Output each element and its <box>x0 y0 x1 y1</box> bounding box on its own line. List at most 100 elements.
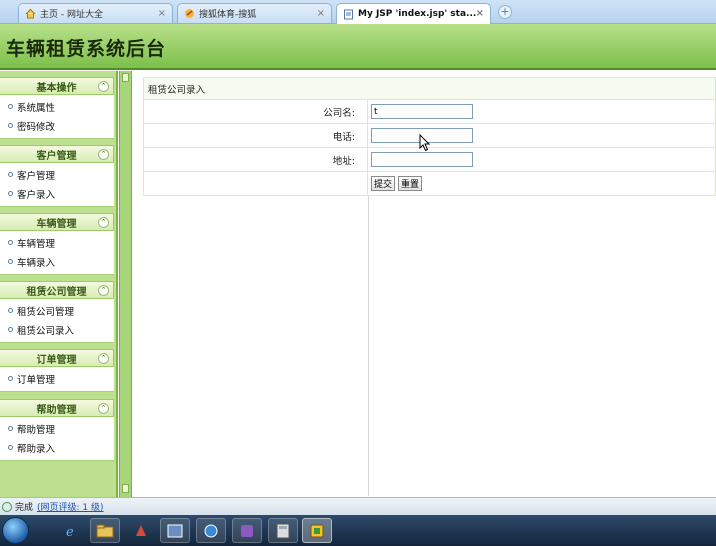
sidebar-group-help: 帮助管理 ⌃ 帮助管理 帮助录入 <box>0 399 114 461</box>
bullet-icon <box>8 426 13 431</box>
collapse-icon[interactable]: ⌃ <box>98 285 109 296</box>
sidebar-group-customer: 客户管理 ⌃ 客户管理 客户录入 <box>0 145 114 207</box>
sidebar-item-order-manage[interactable]: 订单管理 <box>0 369 114 388</box>
address-input[interactable] <box>371 152 473 167</box>
done-icon <box>2 501 12 512</box>
group-title: 基本操作 <box>36 82 77 94</box>
group-title: 订单管理 <box>36 354 77 366</box>
divider <box>368 196 369 496</box>
address-label: 地址: <box>143 147 368 172</box>
mouse-cursor-icon <box>419 134 431 152</box>
browser-tab-strip: 主页 - 网址大全 × 搜狐体育-搜狐 × My JSP 'index.jsp'… <box>0 0 716 24</box>
close-icon[interactable]: × <box>158 8 166 19</box>
sidebar-item-vehicle-entry[interactable]: 车辆录入 <box>0 252 114 271</box>
sidebar-item-company-entry[interactable]: 租赁公司录入 <box>0 320 114 339</box>
bullet-icon <box>8 104 13 109</box>
collapse-icon[interactable]: ⌃ <box>98 149 109 160</box>
sidebar-item-label: 订单管理 <box>17 374 56 386</box>
splitter-grip[interactable] <box>122 484 129 493</box>
collapse-icon[interactable]: ⌃ <box>98 217 109 228</box>
sidebar-item-company-manage[interactable]: 租赁公司管理 <box>0 301 114 320</box>
bullet-icon <box>8 191 13 196</box>
sidebar-group-header[interactable]: 帮助管理 ⌃ <box>0 399 114 417</box>
form-caption: 租赁公司录入 <box>143 77 716 100</box>
tab-label: My JSP 'index.jsp' sta... <box>358 9 477 19</box>
sidebar-item-label: 租赁公司管理 <box>17 306 75 318</box>
sidebar: 基本操作 ⌃ 系统属性 密码修改 客户管理 ⌃ 客户管理 客户录入 车辆管理 ⌃… <box>0 71 118 497</box>
sidebar-group-order: 订单管理 ⌃ 订单管理 <box>0 349 114 392</box>
ie-icon[interactable]: e <box>56 518 86 543</box>
taskbar: e <box>0 515 716 546</box>
splitter-grip[interactable] <box>122 73 129 82</box>
calculator-icon[interactable] <box>268 518 298 543</box>
bullet-icon <box>8 172 13 177</box>
browser-tab-3[interactable]: My JSP 'index.jsp' sta... × <box>336 3 491 24</box>
bullet-icon <box>8 445 13 450</box>
window-icon[interactable] <box>160 518 190 543</box>
bullet-icon <box>8 327 13 332</box>
svg-text:e: e <box>66 525 74 539</box>
sidebar-item-customer-manage[interactable]: 客户管理 <box>0 165 114 184</box>
bullet-icon <box>8 123 13 128</box>
sidebar-group-header[interactable]: 车辆管理 ⌃ <box>0 213 114 231</box>
phone-label: 电话: <box>143 123 368 148</box>
sidebar-item-help-entry[interactable]: 帮助录入 <box>0 438 114 457</box>
close-icon[interactable]: × <box>317 8 325 19</box>
group-title: 租赁公司管理 <box>26 286 87 298</box>
sidebar-item-label: 租赁公司录入 <box>17 325 75 337</box>
sidebar-item-system-properties[interactable]: 系统属性 <box>0 97 114 116</box>
collapse-icon[interactable]: ⌃ <box>98 81 109 92</box>
sidebar-group-rental-company: 租赁公司管理 ⌃ 租赁公司管理 租赁公司录入 <box>0 281 114 343</box>
start-button[interactable] <box>2 517 29 544</box>
submit-button[interactable]: 提交 <box>371 176 396 191</box>
browser-tab-1[interactable]: 主页 - 网址大全 × <box>18 3 173 23</box>
active-app-icon[interactable] <box>302 518 332 543</box>
sidebar-item-change-password[interactable]: 密码修改 <box>0 116 114 135</box>
collapse-icon[interactable]: ⌃ <box>98 353 109 364</box>
browser-icon[interactable] <box>196 518 226 543</box>
sidebar-item-label: 系统属性 <box>17 102 56 114</box>
sidebar-item-label: 密码修改 <box>17 121 56 133</box>
tab-label: 搜狐体育-搜狐 <box>199 10 257 20</box>
sidebar-item-label: 帮助录入 <box>17 443 56 455</box>
group-title: 车辆管理 <box>36 218 77 230</box>
sidebar-group-header[interactable]: 客户管理 ⌃ <box>0 145 114 163</box>
page-title: 车辆租赁系统后台 <box>6 38 167 60</box>
new-tab-button[interactable]: + <box>498 5 512 19</box>
sidebar-group-header[interactable]: 订单管理 ⌃ <box>0 349 114 367</box>
frame-splitter[interactable] <box>119 71 132 497</box>
collapse-icon[interactable]: ⌃ <box>98 403 109 414</box>
home-icon <box>25 8 36 19</box>
page-icon <box>343 9 354 20</box>
reset-button[interactable]: 重置 <box>398 176 423 191</box>
bullet-icon <box>8 308 13 313</box>
group-title: 客户管理 <box>36 150 77 162</box>
sidebar-group-header[interactable]: 租赁公司管理 ⌃ <box>0 281 114 299</box>
app-icon[interactable] <box>126 518 156 543</box>
sidebar-item-vehicle-manage[interactable]: 车辆管理 <box>0 233 114 252</box>
group-title: 帮助管理 <box>36 404 77 416</box>
media-icon[interactable] <box>232 518 262 543</box>
main-content: 租赁公司录入 公司名: 电话: 地址: 提交重置 <box>133 71 716 497</box>
sidebar-item-label: 车辆录入 <box>17 257 56 269</box>
company-name-label: 公司名: <box>143 99 368 124</box>
sidebar-group-vehicle: 车辆管理 ⌃ 车辆管理 车辆录入 <box>0 213 114 275</box>
sidebar-item-label: 客户管理 <box>17 170 56 182</box>
sidebar-item-label: 客户录入 <box>17 189 56 201</box>
explorer-icon[interactable] <box>90 518 120 543</box>
sohu-icon <box>184 8 195 19</box>
sidebar-item-label: 车辆管理 <box>17 238 56 250</box>
sidebar-item-customer-entry[interactable]: 客户录入 <box>0 184 114 203</box>
browser-tab-2[interactable]: 搜狐体育-搜狐 × <box>177 3 332 23</box>
sidebar-item-label: 帮助管理 <box>17 424 56 436</box>
sidebar-group-header[interactable]: 基本操作 ⌃ <box>0 77 114 95</box>
page-rating-link[interactable]: (网页评级: 1 级) <box>37 500 104 513</box>
bullet-icon <box>8 259 13 264</box>
bullet-icon <box>8 240 13 245</box>
close-icon[interactable]: × <box>476 8 484 19</box>
sidebar-item-help-manage[interactable]: 帮助管理 <box>0 419 114 438</box>
tab-label: 主页 - 网址大全 <box>40 10 103 20</box>
sidebar-group-basic: 基本操作 ⌃ 系统属性 密码修改 <box>0 77 114 139</box>
app-header: 车辆租赁系统后台 <box>0 24 716 70</box>
company-name-input[interactable] <box>371 104 473 119</box>
